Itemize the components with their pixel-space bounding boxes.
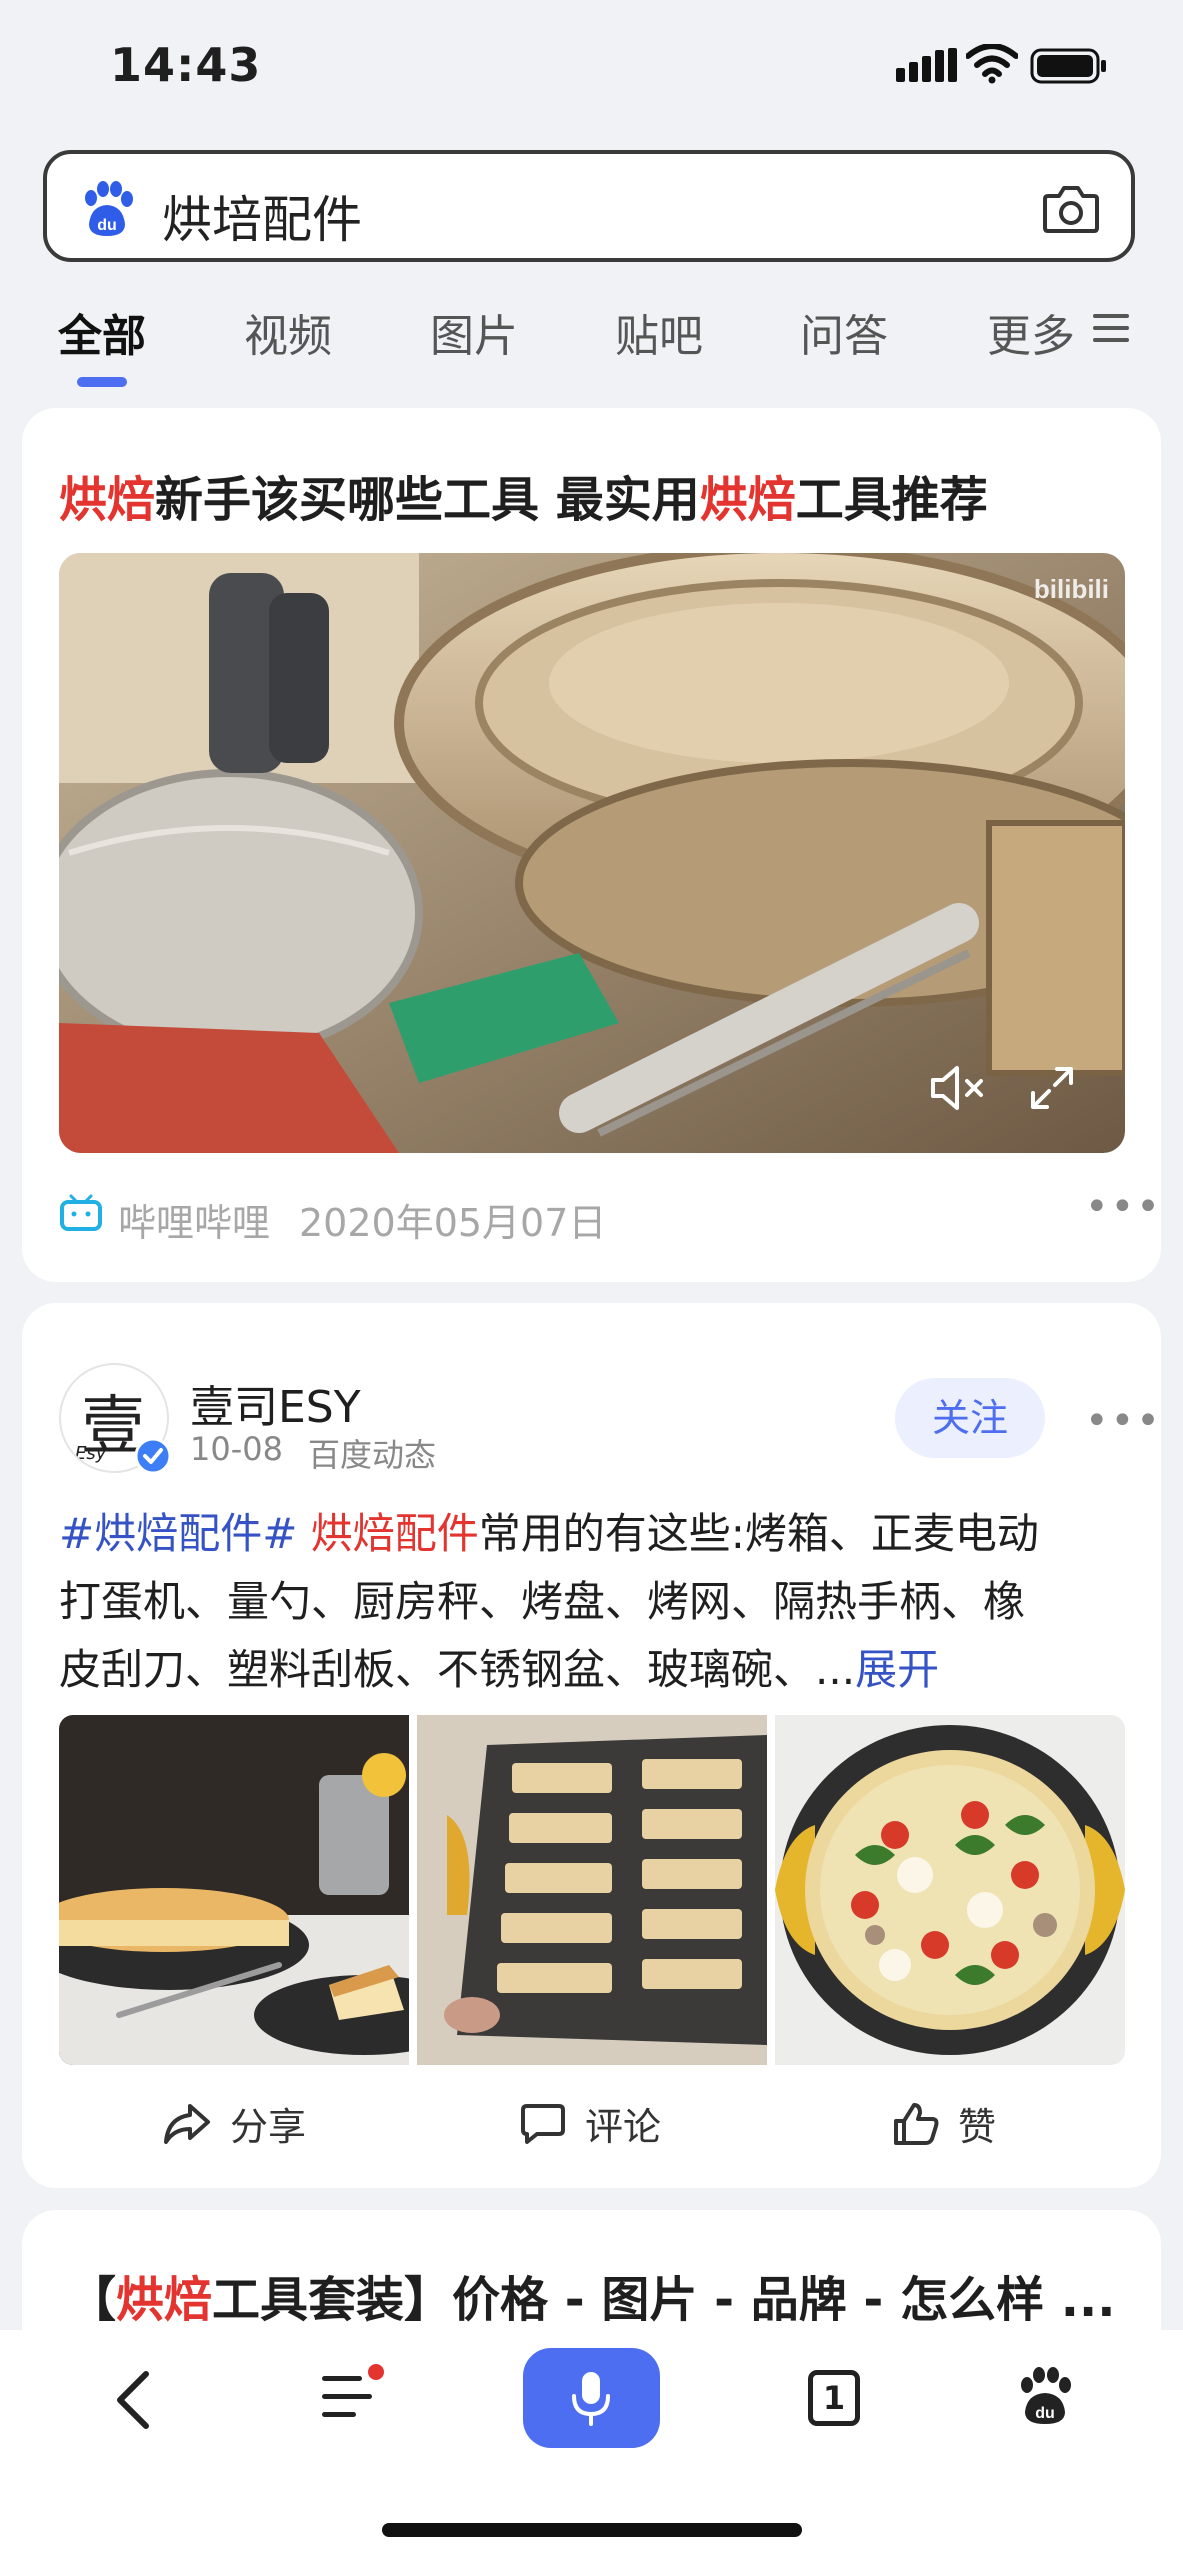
body-highlight: 烘焙配件 [310,1509,479,1558]
post-line-3: 皮刮刀、塑料刮板、不锈钢盆、玻璃碗、...展开 [59,1636,1129,1704]
result-date: 2020年05月07日 [299,1201,607,1245]
bilibili-watermark: bilibili [1034,574,1109,604]
video-player[interactable]: bilibili [59,553,1125,1153]
tab-video[interactable]: 视频 [244,300,332,364]
tab-count: 1 [822,2379,846,2417]
post-image-2[interactable] [417,1715,767,2065]
like-button[interactable]: 赞 [892,2096,996,2151]
share-button[interactable]: 分享 [162,2096,306,2151]
search-input[interactable]: 烘培配件 [162,180,362,252]
feed-menu-icon[interactable] [318,2360,388,2430]
share-label: 分享 [230,2105,307,2149]
thumbs-up-icon [894,2102,939,2145]
post-image-1[interactable] [59,1715,409,2065]
social-post-card[interactable]: 壹 Esy 壹司ESY 10-08 百度动态 关注 ••• #烘焙配件# 烘焙配… [22,1303,1161,2188]
camera-icon[interactable] [1042,182,1100,234]
status-time: 14:43 [110,38,262,92]
svg-text:du: du [1035,2405,1055,2422]
post-date: 10-08 [190,1430,283,1468]
bottom-nav-bar: 1 du [0,2330,1183,2560]
tart-pan-photo [775,1715,1125,2065]
like-label: 赞 [958,2105,997,2149]
post-line-1: #烘焙配件# 烘焙配件常用的有这些:烤箱、正麦电动 [59,1500,1129,1568]
tab-qa[interactable]: 问答 [800,300,888,364]
comment-icon [521,2103,565,2144]
post-action-bar: 分享 评论 赞 [22,2096,1161,2156]
more-options-icon[interactable]: ••• [1085,1398,1162,1444]
account-name[interactable]: 壹司ESY [190,1371,361,1435]
baidu-home-icon[interactable]: du [1015,2366,1075,2428]
post-image-3[interactable] [775,1715,1125,2065]
voice-search-button[interactable] [523,2348,660,2448]
signal-icon [896,48,958,82]
title-highlight: 烘焙 [699,472,796,528]
back-arrow-icon[interactable] [112,2368,156,2432]
video-result-card[interactable]: 烘焙新手该买哪些工具 最实用烘焙工具推荐 bilibili 哔哩哔哩 2020年… [22,408,1161,1282]
mute-icon[interactable] [929,1063,989,1113]
post-line-2: 打蛋机、量勺、厨房秤、烤盘、烤网、隔热手柄、橡 [59,1577,1026,1626]
comment-button[interactable]: 评论 [519,2096,661,2151]
title-text: 新手该买哪些工具 最实用 [155,472,700,528]
avatar-sub: Esy [75,1443,107,1464]
hashtag-link[interactable]: #烘焙配件# [59,1509,297,1558]
fullscreen-icon[interactable] [1027,1063,1077,1113]
home-indicator [382,2523,802,2537]
menu-icon[interactable] [1093,312,1129,344]
body-text: 常用的有这些:烤箱、正麦电动 [478,1509,1039,1558]
battery-icon [1030,48,1106,84]
more-options-icon[interactable]: ••• [1085,1184,1162,1230]
follow-button[interactable]: 关注 [895,1378,1045,1458]
post-body: #烘焙配件# 烘焙配件常用的有这些:烤箱、正麦电动 打蛋机、量勺、厨房秤、烤盘、… [59,1500,1129,1704]
wifi-icon [966,44,1018,84]
active-tab-indicator [77,377,127,387]
verified-badge-icon [134,1437,172,1475]
share-icon [164,2103,210,2144]
title-text: 工具推荐 [795,472,988,528]
result-source: 哔哩哔哩 [118,1201,271,1245]
baidu-paw-icon: du [85,181,133,236]
title-highlight: 烘焙 [59,472,156,528]
search-box[interactable]: du 烘培配件 [43,150,1135,262]
bilibili-icon [60,1194,102,1231]
microphone-icon [572,2372,610,2426]
post-source: 百度动态 [308,1436,437,1474]
tab-images[interactable]: 图片 [430,300,518,364]
svg-text:du: du [97,217,117,234]
expand-link[interactable]: 展开 [855,1645,939,1694]
tabs-button[interactable]: 1 [808,2370,860,2426]
tab-tieba[interactable]: 贴吧 [615,300,703,364]
tab-all[interactable]: 全部 [58,300,146,364]
result-title[interactable]: 【烘焙工具套装】价格 - 图片 - 品牌 - 怎么样 ... [68,2260,1115,2330]
title-text: 【 [68,2272,117,2328]
cheesecake-photo [59,1715,409,2065]
bakeware-tray-photo [417,1715,767,2065]
tab-more[interactable]: 更多 [987,300,1075,364]
title-highlight: 烘焙 [116,2272,213,2328]
title-text: 工具套装】价格 - 图片 - 品牌 - 怎么样 ... [212,2272,1116,2328]
result-title[interactable]: 烘焙新手该买哪些工具 最实用烘焙工具推荐 [59,460,988,530]
body-text: 皮刮刀、塑料刮板、不锈钢盆、玻璃碗、... [59,1645,856,1694]
comment-label: 评论 [585,2105,662,2149]
